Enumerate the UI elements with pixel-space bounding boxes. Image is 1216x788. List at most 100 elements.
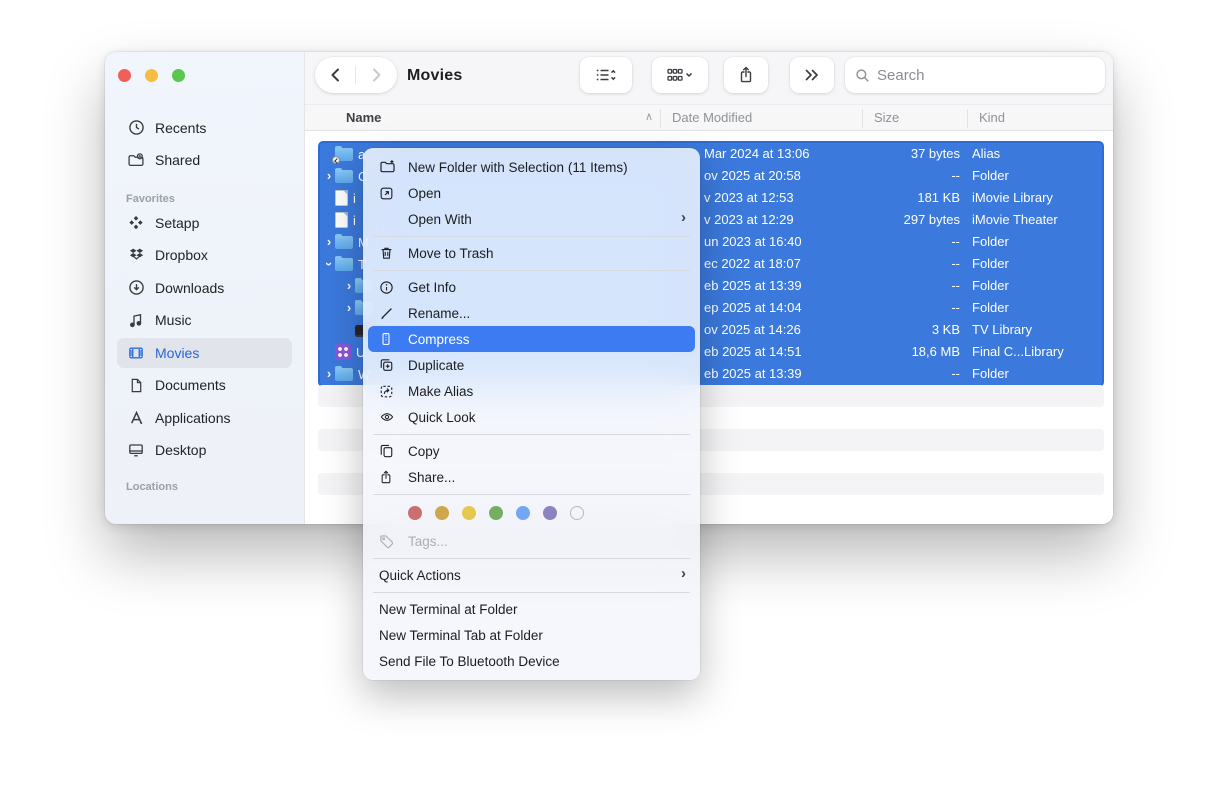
submenu-chevron-icon: › bbox=[681, 565, 686, 582]
document-file-icon bbox=[335, 212, 348, 228]
back-button[interactable] bbox=[315, 57, 355, 93]
film-icon bbox=[126, 344, 146, 362]
disclosure-chevron-icon[interactable]: › bbox=[323, 363, 335, 385]
file-date: Mar 2024 at 13:06 bbox=[704, 143, 810, 165]
sort-ascending-icon: ∧ bbox=[645, 110, 653, 123]
tag-orange[interactable] bbox=[435, 506, 449, 520]
menu-item-get-info[interactable]: Get Info bbox=[363, 274, 700, 300]
sidebar-item-label: Applications bbox=[155, 410, 231, 426]
sidebar-item-recents[interactable]: Recents bbox=[117, 113, 292, 143]
disclosure-chevron-icon[interactable]: › bbox=[323, 165, 335, 187]
file-size: 37 bytes bbox=[800, 143, 960, 165]
context-menu: New Folder with Selection (11 Items) Ope… bbox=[363, 148, 700, 680]
dropbox-icon bbox=[126, 246, 146, 264]
sidebar-item-label: Setapp bbox=[155, 215, 199, 231]
close-button[interactable] bbox=[118, 69, 131, 82]
alias-badge-icon bbox=[332, 156, 340, 164]
sidebar-item-desktop[interactable]: Desktop bbox=[117, 435, 292, 465]
file-date: ov 2025 at 20:58 bbox=[704, 165, 801, 187]
view-options-button[interactable] bbox=[580, 57, 632, 93]
sidebar-item-documents[interactable]: Documents bbox=[117, 370, 292, 400]
menu-item-new-terminal-tab-at-folder[interactable]: New Terminal Tab at Folder bbox=[363, 622, 700, 648]
tag-icon bbox=[379, 533, 397, 550]
sidebar-item-downloads[interactable]: Downloads bbox=[117, 273, 292, 303]
eye-icon bbox=[379, 409, 397, 426]
column-header-size[interactable]: Size bbox=[874, 110, 899, 125]
group-by-button[interactable] bbox=[652, 57, 708, 93]
file-size: 18,6 MB bbox=[800, 341, 960, 363]
menu-divider bbox=[373, 592, 690, 593]
tag-none[interactable] bbox=[570, 506, 584, 520]
more-toolbar-items-button[interactable] bbox=[790, 57, 834, 93]
file-date: v 2023 at 12:53 bbox=[704, 187, 794, 209]
share-button[interactable] bbox=[724, 57, 768, 93]
share-icon bbox=[379, 469, 397, 486]
disclosure-chevron-icon[interactable]: › bbox=[343, 297, 355, 319]
sidebar-item-setapp[interactable]: Setapp bbox=[117, 208, 292, 238]
menu-item-open-with[interactable]: Open With › bbox=[363, 206, 700, 232]
search-field bbox=[845, 57, 1105, 93]
file-size: 181 KB bbox=[800, 187, 960, 209]
column-header-kind[interactable]: Kind bbox=[979, 110, 1005, 125]
column-header-date-modified[interactable]: Date Modified bbox=[672, 110, 752, 125]
column-divider[interactable] bbox=[660, 109, 661, 128]
column-headers: Name ∧ Date Modified Size Kind bbox=[305, 104, 1113, 131]
menu-item-tags[interactable]: Tags... bbox=[363, 528, 700, 554]
menu-item-new-folder-with-selection[interactable]: New Folder with Selection (11 Items) bbox=[363, 154, 700, 180]
column-divider[interactable] bbox=[862, 109, 863, 128]
tag-purple[interactable] bbox=[543, 506, 557, 520]
menu-item-send-file-to-bluetooth[interactable]: Send File To Bluetooth Device bbox=[363, 648, 700, 674]
menu-item-share[interactable]: Share... bbox=[363, 464, 700, 490]
tag-yellow[interactable] bbox=[462, 506, 476, 520]
menu-item-copy[interactable]: Copy bbox=[363, 438, 700, 464]
file-name: i bbox=[353, 191, 356, 206]
rename-pencil-icon bbox=[379, 305, 397, 322]
file-date: eb 2025 at 13:39 bbox=[704, 275, 802, 297]
file-kind: Folder bbox=[972, 275, 1009, 297]
info-icon bbox=[379, 279, 397, 296]
menu-item-make-alias[interactable]: Make Alias bbox=[363, 378, 700, 404]
forward-button[interactable] bbox=[356, 57, 396, 93]
tag-blue[interactable] bbox=[516, 506, 530, 520]
file-kind: Folder bbox=[972, 297, 1009, 319]
menu-item-move-to-trash[interactable]: Move to Trash bbox=[363, 240, 700, 266]
menu-divider bbox=[373, 434, 690, 435]
sidebar-item-applications[interactable]: Applications bbox=[117, 403, 292, 433]
tag-red[interactable] bbox=[408, 506, 422, 520]
file-date: ov 2025 at 14:26 bbox=[704, 319, 801, 341]
search-icon bbox=[855, 68, 870, 83]
applications-icon bbox=[126, 409, 146, 427]
sidebar-item-music[interactable]: Music bbox=[117, 305, 292, 335]
search-input[interactable] bbox=[877, 67, 1095, 84]
menu-item-open[interactable]: Open bbox=[363, 180, 700, 206]
sidebar-item-shared[interactable]: Shared bbox=[117, 145, 292, 175]
page-title: Movies bbox=[407, 67, 462, 85]
sidebar-item-dropbox[interactable]: Dropbox bbox=[117, 240, 292, 270]
column-header-name[interactable]: Name bbox=[346, 110, 381, 125]
file-kind: Folder bbox=[972, 231, 1009, 253]
menu-item-quick-look[interactable]: Quick Look bbox=[363, 404, 700, 430]
file-kind: iMovie Theater bbox=[972, 209, 1058, 231]
menu-item-compress[interactable]: Compress bbox=[368, 326, 695, 352]
file-size: 3 KB bbox=[800, 319, 960, 341]
folder-icon bbox=[335, 170, 353, 183]
zoom-button[interactable] bbox=[172, 69, 185, 82]
tag-green[interactable] bbox=[489, 506, 503, 520]
sidebar-item-movies[interactable]: Movies bbox=[117, 338, 292, 368]
desktop: Recents Shared Favorites Setapp Dropbox bbox=[0, 0, 1216, 788]
toolbar: Movies bbox=[305, 52, 1113, 104]
open-icon bbox=[379, 185, 397, 202]
disclosure-chevron-icon[interactable]: › bbox=[323, 231, 335, 253]
menu-item-quick-actions[interactable]: Quick Actions › bbox=[363, 562, 700, 588]
make-alias-icon bbox=[379, 383, 397, 400]
menu-item-new-terminal-at-folder[interactable]: New Terminal at Folder bbox=[363, 596, 700, 622]
column-divider[interactable] bbox=[967, 109, 968, 128]
compress-zip-icon bbox=[379, 331, 397, 348]
file-date: v 2023 at 12:29 bbox=[704, 209, 794, 231]
menu-item-rename[interactable]: Rename... bbox=[363, 300, 700, 326]
file-kind: TV Library bbox=[972, 319, 1032, 341]
disclosure-chevron-icon[interactable]: › bbox=[343, 275, 355, 297]
menu-item-duplicate[interactable]: Duplicate bbox=[363, 352, 700, 378]
file-name: i bbox=[353, 213, 356, 228]
minimize-button[interactable] bbox=[145, 69, 158, 82]
